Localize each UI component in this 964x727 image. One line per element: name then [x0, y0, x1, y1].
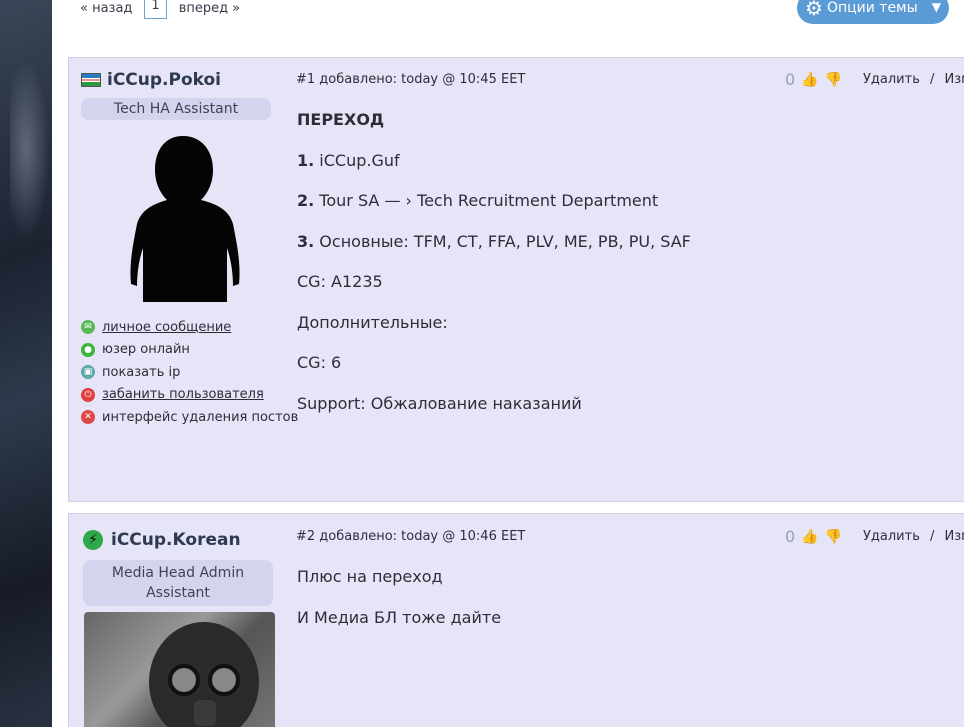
delete-post-link[interactable]: Удалить — [863, 72, 920, 87]
user-action-ban: ⏻ забанить пользователя — [81, 384, 281, 407]
lightning-badge-icon: ⚡ — [83, 530, 103, 550]
post-vote: 0 👍 👎 — [785, 527, 842, 546]
post-body: ПЕРЕХОД 1. iCCup.Guf 2. Tour SA — › Tech… — [297, 110, 691, 434]
post-line: CG: A1235 — [297, 272, 691, 313]
edit-post-link[interactable]: Изме — [945, 72, 964, 87]
post-line-text: Support: Обжалование наказаний — [297, 393, 582, 413]
author-username[interactable]: iCCup.Pokoi — [107, 70, 221, 90]
post-header: #2 добавлено: today @ 10:46 EET — [296, 529, 526, 544]
actions-separator: / — [930, 72, 935, 87]
user-online-label: юзер онлайн — [102, 342, 190, 358]
show-ip-label[interactable]: показать ip — [102, 365, 180, 380]
post-line: 3. Основные: TFM, CT, FFA, PLV, ME, PB, … — [297, 232, 691, 273]
post-line-text: Основные: TFM, CT, FFA, PLV, ME, PB, PU,… — [314, 231, 691, 251]
post-line: Дополнительные: — [297, 313, 691, 354]
vote-count: 0 — [785, 70, 796, 89]
user-action-ip: ▣ показать ip — [81, 361, 281, 384]
online-icon: ● — [81, 342, 95, 357]
user-actions-list: ✉ личное сообщение ● юзер онлайн ▣ показ… — [81, 316, 298, 429]
pager-next-link[interactable]: вперед » — [179, 1, 240, 16]
country-flag-icon — [81, 73, 101, 87]
author-name-row: iCCup.Pokoi — [81, 70, 281, 90]
pager-current-page[interactable]: 1 — [144, 0, 167, 19]
post-line-text: CG: A1235 — [297, 272, 383, 291]
post-line-text: И Медиа БЛ тоже дайте — [297, 607, 502, 627]
ban-icon: ⏻ — [81, 387, 95, 402]
delete-posts-icon: ✕ — [81, 410, 95, 425]
gas-mask-figure-icon — [149, 622, 259, 727]
private-message-link[interactable]: личное сообщение — [102, 320, 231, 335]
post-2: ⚡ iCCup.Korean Media Head Admin Assistan… — [68, 513, 964, 727]
post-vote: 0 👍 👎 — [785, 70, 842, 89]
background-art — [0, 0, 52, 727]
pagination: « назад 1 вперед » — [80, 0, 252, 19]
delete-posts-interface-label[interactable]: интерфейс удаления постов — [102, 410, 298, 425]
post-line-text: Дополнительные: — [297, 312, 448, 332]
post-author: ⚡ iCCup.Korean Media Head Admin Assistan… — [83, 526, 283, 727]
vote-count: 0 — [785, 527, 796, 546]
gear-icon: ⚙ — [805, 0, 823, 20]
chevron-down-icon[interactable]: ▼ — [932, 0, 941, 14]
message-icon: ✉ — [81, 320, 95, 335]
author-name-row: ⚡ iCCup.Korean — [83, 530, 283, 550]
post-line: Плюс на переход — [297, 567, 501, 608]
post-1: iCCup.Pokoi Tech HA Assistant ✉ личное с… — [68, 57, 964, 502]
post-line-text: Tour SA — › Tech Recruitment Department — [314, 191, 659, 210]
ban-user-link[interactable]: забанить пользователя — [102, 387, 264, 402]
post-actions: Удалить / Изме — [863, 72, 964, 87]
thumb-up-icon[interactable]: 👍 — [801, 72, 818, 88]
thread-options-button[interactable]: ⚙ Опции темы ▼ — [797, 0, 949, 24]
actions-separator: / — [930, 529, 935, 544]
post-line-text: Плюс на переход — [297, 567, 443, 586]
author-role-badge: Tech HA Assistant — [81, 98, 271, 120]
author-username[interactable]: iCCup.Korean — [111, 530, 241, 550]
avatar — [84, 612, 275, 727]
user-action-delete-posts: ✕ интерфейс удаления постов — [81, 406, 298, 429]
avatar — [123, 134, 243, 304]
thumb-up-icon[interactable]: 👍 — [801, 529, 818, 545]
post-actions: Удалить / Изме — [863, 529, 964, 544]
post-line: 1. iCCup.Guf — [297, 151, 691, 192]
thumb-down-icon[interactable]: 👎 — [825, 72, 842, 88]
post-line-bold: ПЕРЕХОД — [297, 110, 385, 129]
post-line: 2. Tour SA — › Tech Recruitment Departme… — [297, 191, 691, 232]
thumb-down-icon[interactable]: 👎 — [825, 529, 842, 545]
thread-content: « назад 1 вперед » ⚙ Опции темы ▼ iCCup.… — [52, 0, 964, 727]
post-line: CG: 6 — [297, 353, 691, 394]
author-role-badge: Media Head Admin Assistant — [83, 560, 273, 606]
post-line: И Медиа БЛ тоже дайте — [297, 608, 501, 649]
ip-icon: ▣ — [81, 365, 95, 380]
post-line-text: CG: 6 — [297, 353, 342, 372]
thread-options-label: Опции темы — [826, 0, 918, 16]
pager-prev-link[interactable]: « назад — [80, 1, 132, 16]
post-line-bold: 1. — [297, 150, 315, 170]
delete-post-link[interactable]: Удалить — [863, 529, 920, 544]
edit-post-link[interactable]: Изме — [945, 529, 964, 544]
post-line-bold: 2. — [297, 191, 315, 210]
post-line: ПЕРЕХОД — [297, 110, 691, 151]
post-line: Support: Обжалование наказаний — [297, 394, 691, 435]
post-author: iCCup.Pokoi Tech HA Assistant ✉ личное с… — [81, 70, 298, 429]
post-header: #1 добавлено: today @ 10:45 EET — [296, 72, 526, 87]
user-action-message: ✉ личное сообщение — [81, 316, 281, 339]
user-action-online: ● юзер онлайн — [81, 339, 281, 362]
post-body: Плюс на переход И Медиа БЛ тоже дайте — [297, 567, 501, 648]
hooded-figure-icon — [130, 136, 240, 302]
post-line-bold: 3. — [297, 231, 315, 251]
post-line-text: iCCup.Guf — [314, 150, 400, 170]
